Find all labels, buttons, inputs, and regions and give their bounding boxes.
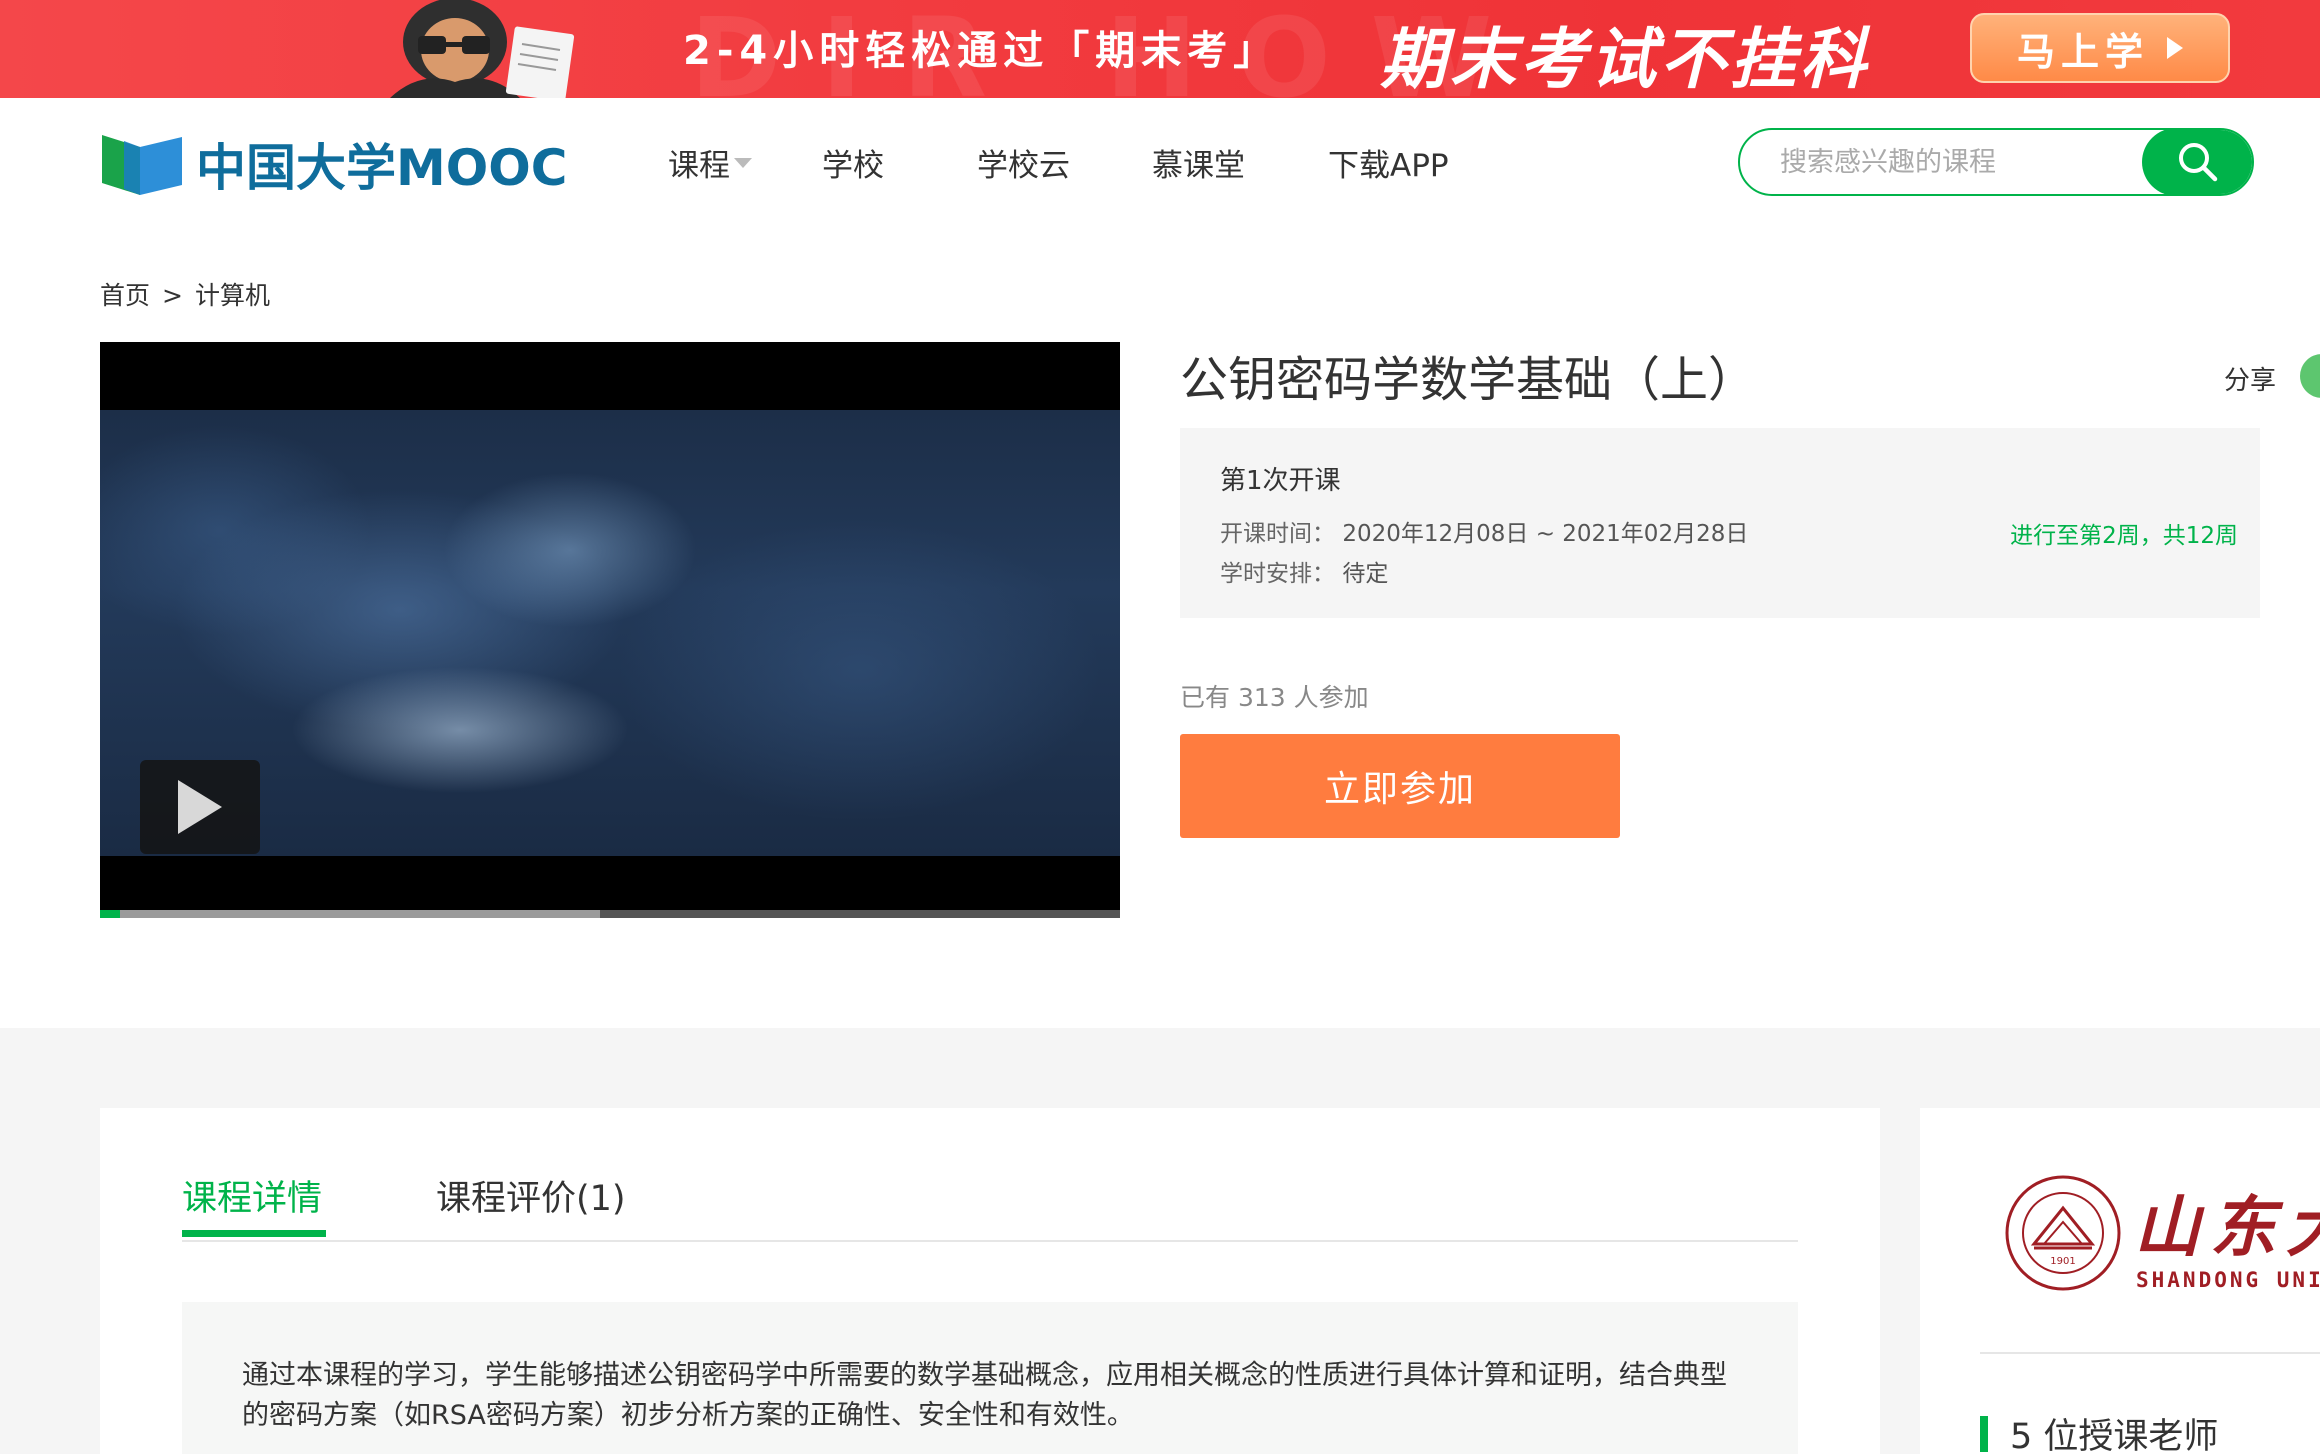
progress-buffered xyxy=(100,910,600,918)
promo-banner[interactable]: DIR HOW 2-4小时轻松通过「期末考」 期末考试不挂科 马上学 xyxy=(0,0,2320,98)
video-progress-bar[interactable] xyxy=(100,910,1120,918)
join-course-button[interactable]: 立即参加 xyxy=(1180,734,1620,838)
video-player[interactable] xyxy=(100,342,1120,918)
nav-item-courses[interactable]: 课程 xyxy=(668,140,822,185)
nav-item-label: 下载APP xyxy=(1328,148,1449,184)
term-title: 第1次开课 xyxy=(1220,466,1341,496)
play-button[interactable] xyxy=(140,760,260,854)
active-tab-indicator xyxy=(182,1230,326,1237)
mooc-logo-icon xyxy=(102,135,182,195)
university-name-cn: 山东大 xyxy=(2134,1188,2320,1266)
enrolled-count: 已有 313 人参加 xyxy=(1180,683,1369,712)
term-time-value: 2020年12月08日 ~ 2021年02月28日 xyxy=(1342,521,1749,547)
university-card[interactable]: 1901 山东大 SHANDONG UNIV 5 位授课老师 xyxy=(1920,1108,2320,1454)
sidebar-divider xyxy=(1980,1352,2320,1354)
search-input[interactable] xyxy=(1780,142,2120,182)
nav-item-schools[interactable]: 学校 xyxy=(822,140,977,185)
share-button[interactable]: 分享 xyxy=(2224,360,2276,397)
seal-year: 1901 xyxy=(2050,1256,2075,1267)
nav-item-label: 学校 xyxy=(822,148,884,184)
search-box xyxy=(1738,128,2254,196)
term-hours-value: 待定 xyxy=(1342,561,1389,587)
term-info-panel: 第1次开课 开课时间： 2020年12月08日 ~ 2021年02月28日 学时… xyxy=(1180,428,2260,618)
course-description: 通过本课程的学习，学生能够描述公钥密码学中所需要的数学基础概念，应用相关概念的性… xyxy=(242,1360,1727,1431)
tabs-divider xyxy=(182,1240,1798,1242)
nav-item-mooc-classroom[interactable]: 慕课堂 xyxy=(1152,140,1328,185)
nav-item-school-cloud[interactable]: 学校云 xyxy=(977,140,1152,185)
nav-item-download-app[interactable]: 下载APP xyxy=(1328,140,1449,185)
course-description-box: 通过本课程的学习，学生能够描述公钥密码学中所需要的数学基础概念，应用相关概念的性… xyxy=(182,1302,1798,1454)
university-name-en: SHANDONG UNIV xyxy=(2136,1268,2320,1292)
nav-item-label: 课程 xyxy=(668,148,730,184)
banner-cta-label: 马上学 xyxy=(2016,29,2149,74)
nav-item-label: 慕课堂 xyxy=(1152,148,1245,184)
course-title: 公钥密码学数学基础（上） xyxy=(1180,352,1757,408)
site-logo[interactable]: 中国大学MOOC xyxy=(100,128,567,200)
search-icon xyxy=(2179,143,2218,182)
banner-slogan: 期末考试不挂科 xyxy=(1380,21,1870,98)
breadcrumb-current[interactable]: 计算机 xyxy=(195,281,270,310)
progress-played xyxy=(100,910,121,918)
breadcrumb: 首页 > 计算机 xyxy=(100,276,270,312)
play-icon xyxy=(178,780,222,834)
term-hours-label: 学时安排： xyxy=(1220,561,1335,587)
main-nav: 课程 学校 学校云 慕课堂 下载APP xyxy=(668,140,1449,185)
term-progress-text: 进行至第2周，共12周 xyxy=(2010,523,2238,549)
university-seal-logo: 1901 xyxy=(2005,1175,2121,1291)
banner-headline: 2-4小时轻松通过「期末考」 xyxy=(683,28,1280,74)
search-button[interactable] xyxy=(2142,130,2252,194)
banner-character-illustration xyxy=(390,0,575,98)
logo-text: 中国大学MOOC xyxy=(196,139,568,197)
heading-accent-bar xyxy=(1980,1415,1988,1452)
teachers-label: 5 位授课老师 xyxy=(2010,1417,2219,1454)
term-time-label: 开课时间： xyxy=(1220,521,1335,547)
wechat-share-icon[interactable] xyxy=(2300,354,2320,398)
nav-item-label: 学校云 xyxy=(977,148,1070,184)
teachers-heading: 5 位授课老师 xyxy=(1980,1408,2218,1454)
term-time-row: 开课时间： 2020年12月08日 ~ 2021年02月28日 xyxy=(1220,514,1748,548)
term-hours-row: 学时安排： 待定 xyxy=(1220,554,1388,588)
breadcrumb-separator: > xyxy=(162,281,183,310)
banner-cta-button[interactable]: 马上学 xyxy=(1970,13,2230,83)
play-triangle-icon xyxy=(2167,37,2183,59)
chevron-down-icon xyxy=(734,157,752,168)
tab-course-details[interactable]: 课程详情 xyxy=(182,1170,322,1221)
tab-course-reviews[interactable]: 课程评价(1) xyxy=(436,1170,626,1221)
breadcrumb-home[interactable]: 首页 xyxy=(100,281,150,310)
